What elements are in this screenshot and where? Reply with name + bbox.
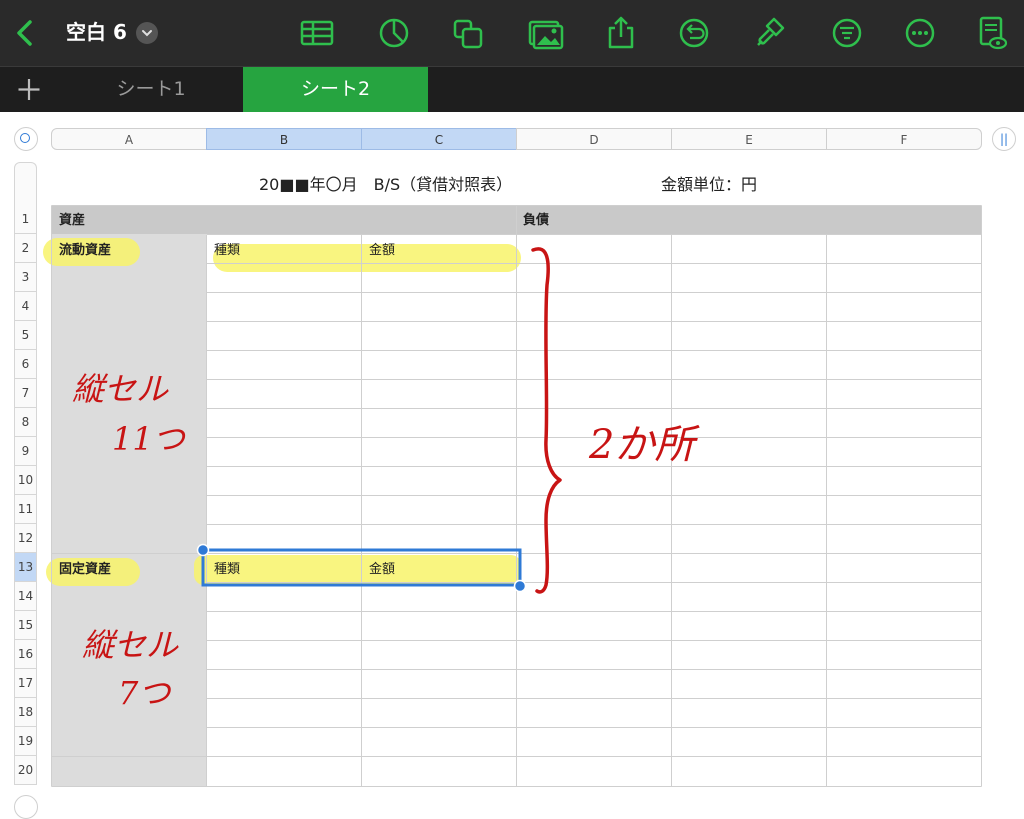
note-current-cells-line2: 11つ — [112, 420, 185, 458]
note-two-places: 2か所 — [589, 422, 695, 468]
note-fixed-cells-line1: 縦セル — [82, 626, 179, 664]
note-fixed-cells-line2: 7つ — [118, 674, 171, 712]
note-current-cells-line1: 縦セル — [72, 370, 169, 408]
